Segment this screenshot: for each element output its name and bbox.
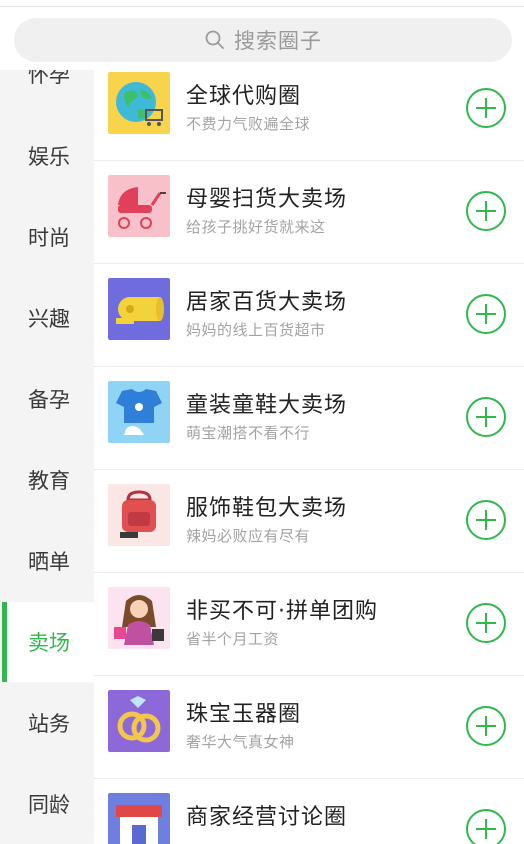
circle-title: 珠宝玉器圈 xyxy=(186,702,302,727)
list-item[interactable]: 全球代购圈 不费力气败遍全球 xyxy=(94,70,524,161)
list-item[interactable]: 居家百货大卖场 妈妈的线上百货超市 xyxy=(94,264,524,367)
top-divider xyxy=(0,6,524,7)
sidebar-item-same-age[interactable]: 同龄 xyxy=(0,764,94,844)
join-circle-button[interactable] xyxy=(466,397,506,437)
tissue-roll-icon xyxy=(108,278,170,340)
baby-clothes-icon xyxy=(108,381,170,443)
circle-subtitle: 辣妈必败应有尽有 xyxy=(186,527,311,545)
sidebar-item-label: 站务 xyxy=(28,712,70,736)
list-item[interactable]: 服饰鞋包大卖场 辣妈必败应有尽有 xyxy=(94,470,524,573)
join-circle-button[interactable] xyxy=(466,706,506,746)
sidebar-item-education[interactable]: 教育 xyxy=(0,440,94,520)
join-circle-button[interactable] xyxy=(466,809,506,844)
circle-title: 非买不可·拼单团购 xyxy=(186,599,378,624)
sidebar-item-site-affairs[interactable]: 站务 xyxy=(0,683,94,763)
circle-title: 商家经营讨论圈 xyxy=(186,805,348,830)
search-area: 搜索圈子 xyxy=(0,12,524,70)
baby-stroller-icon xyxy=(108,175,170,237)
circle-subtitle: 妈妈的线上百货超市 xyxy=(186,321,326,339)
search-input[interactable]: 搜索圈子 xyxy=(14,18,512,62)
sidebar-item-label: 怀孕 xyxy=(28,70,70,87)
circle-subtitle: 萌宝潮搭不看不行 xyxy=(186,424,311,442)
category-sidebar: 怀孕 娱乐 时尚 兴趣 备孕 教育 晒单 卖场 站务 同龄 xyxy=(0,70,94,844)
sidebar-item-pregnancy[interactable]: 怀孕 xyxy=(0,70,94,114)
sidebar-item-label: 兴趣 xyxy=(28,307,70,331)
list-item[interactable]: 童装童鞋大卖场 萌宝潮搭不看不行 xyxy=(94,367,524,470)
sidebar-item-trying-to-conceive[interactable]: 备孕 xyxy=(0,359,94,439)
circle-title: 服饰鞋包大卖场 xyxy=(186,496,348,521)
backpack-icon xyxy=(108,484,170,546)
circle-list: 全球代购圈 不费力气败遍全球 母婴扫货大卖场 给孩子挑好货就来这 居家百货大卖场… xyxy=(94,70,524,844)
rings-icon xyxy=(108,690,170,752)
shopping-woman-icon xyxy=(108,587,170,649)
sidebar-item-label: 娱乐 xyxy=(28,145,70,169)
circle-directory-screen: 搜索圈子 怀孕 娱乐 时尚 兴趣 备孕 教育 晒单 卖场 站务 同龄 全球代购圈… xyxy=(0,0,524,844)
join-circle-button[interactable] xyxy=(466,603,506,643)
circle-subtitle: 省半个月工资 xyxy=(186,630,280,648)
sidebar-item-fashion[interactable]: 时尚 xyxy=(0,197,94,277)
sidebar-item-label: 卖场 xyxy=(28,631,70,655)
sidebar-item-label: 晒单 xyxy=(28,550,70,574)
storefront-icon xyxy=(108,793,170,844)
join-circle-button[interactable] xyxy=(466,88,506,128)
globe-cart-icon xyxy=(108,72,170,134)
sidebar-item-label: 时尚 xyxy=(28,226,70,250)
sidebar-item-label: 备孕 xyxy=(28,388,70,412)
sidebar-item-marketplace[interactable]: 卖场 xyxy=(0,602,94,682)
sidebar-item-label: 同龄 xyxy=(28,793,70,817)
circle-title: 全球代购圈 xyxy=(186,84,302,109)
join-circle-button[interactable] xyxy=(466,294,506,334)
sidebar-item-hobbies[interactable]: 兴趣 xyxy=(0,278,94,358)
circle-subtitle: 给孩子挑好货就来这 xyxy=(186,218,326,236)
join-circle-button[interactable] xyxy=(466,500,506,540)
list-item[interactable]: 珠宝玉器圈 奢华大气真女神 xyxy=(94,676,524,779)
sidebar-item-label: 教育 xyxy=(28,469,70,493)
circle-subtitle: 不费力气败遍全球 xyxy=(186,115,311,133)
circle-title: 母婴扫货大卖场 xyxy=(186,187,348,212)
circle-subtitle: 奢华大气真女神 xyxy=(186,733,295,751)
sidebar-item-entertainment[interactable]: 娱乐 xyxy=(0,116,94,196)
list-item[interactable]: 非买不可·拼单团购 省半个月工资 xyxy=(94,573,524,676)
join-circle-button[interactable] xyxy=(466,191,506,231)
sidebar-item-show-orders[interactable]: 晒单 xyxy=(0,521,94,601)
circle-title: 居家百货大卖场 xyxy=(186,290,348,315)
search-placeholder: 搜索圈子 xyxy=(234,29,322,53)
list-item[interactable]: 母婴扫货大卖场 给孩子挑好货就来这 xyxy=(94,161,524,264)
list-item[interactable]: 商家经营讨论圈 xyxy=(94,779,524,844)
circle-title: 童装童鞋大卖场 xyxy=(186,393,348,418)
search-icon xyxy=(204,29,226,51)
